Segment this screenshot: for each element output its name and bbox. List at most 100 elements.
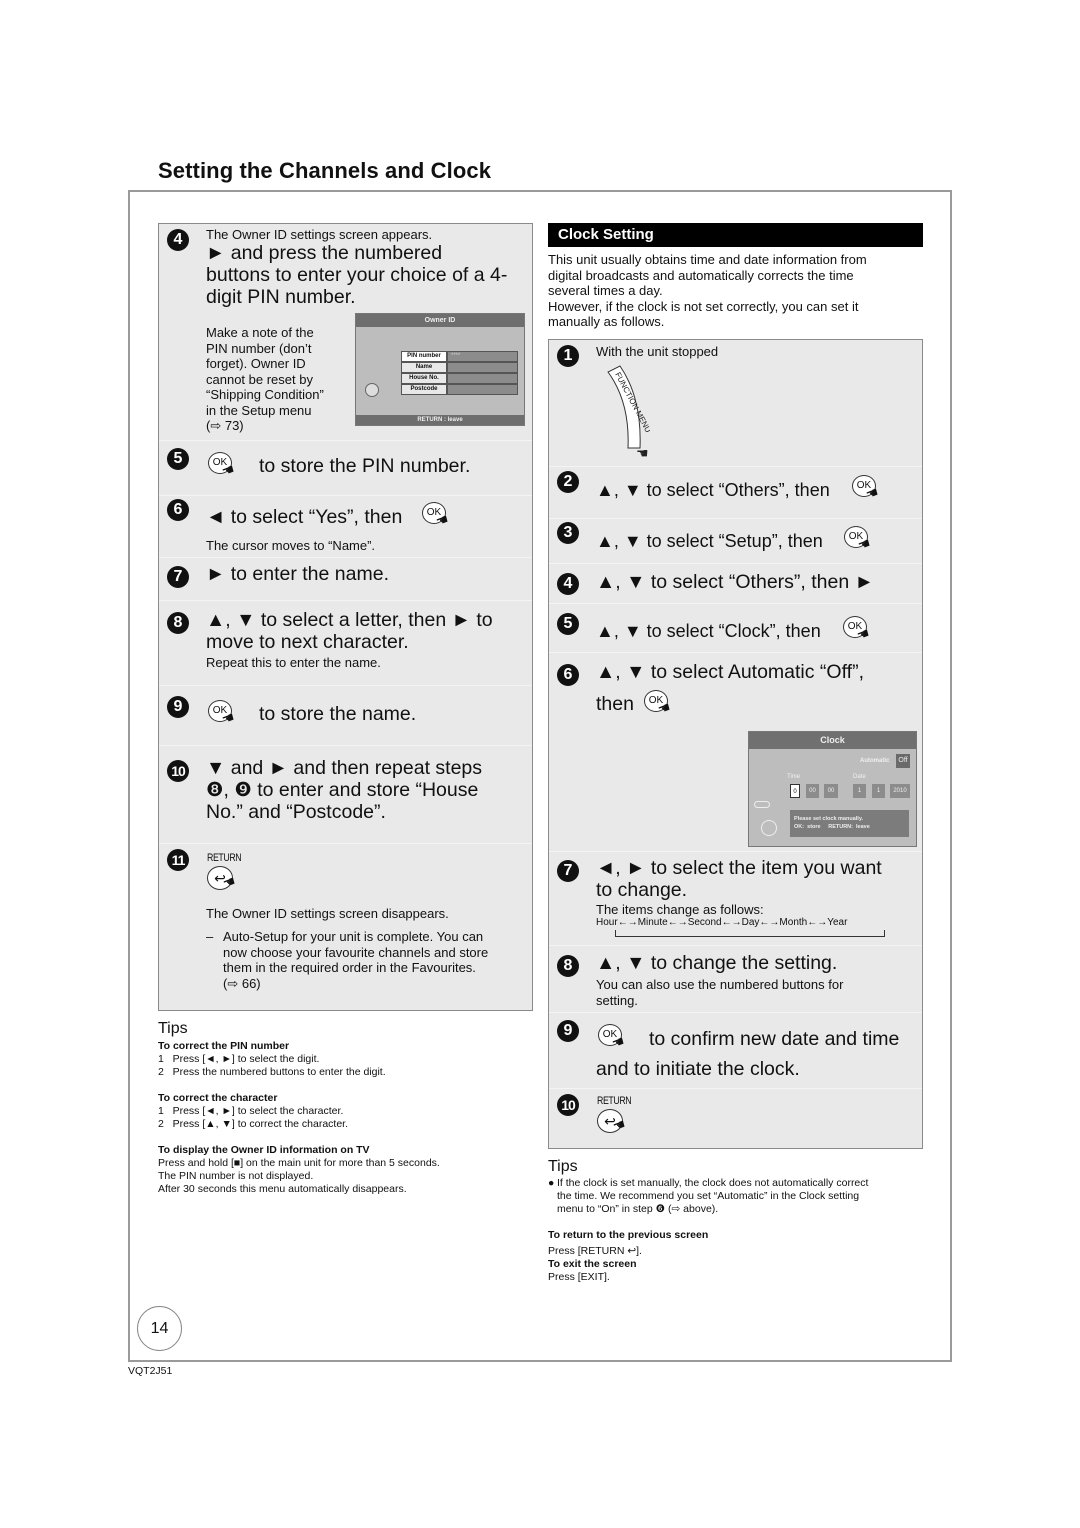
hour-field[interactable]: 0 bbox=[790, 784, 800, 798]
cycle-item: Hour bbox=[596, 917, 618, 928]
minute-field[interactable]: 00 bbox=[806, 784, 819, 798]
tip-title: To exit the screen bbox=[548, 1258, 637, 1270]
document-code: VQT2J51 bbox=[128, 1365, 173, 1377]
tip-title: To correct the PIN number bbox=[158, 1040, 290, 1052]
ok-button-icon: OK ☚ bbox=[644, 690, 673, 718]
page-number: 14 bbox=[137, 1306, 182, 1351]
cycle-return-arrow bbox=[615, 930, 885, 937]
field-label: House No. bbox=[401, 373, 447, 384]
dash: – bbox=[206, 929, 214, 944]
divider bbox=[549, 652, 922, 653]
note-line: Auto-Setup for your unit is complete. Yo… bbox=[223, 929, 484, 944]
bullet-icon: ● bbox=[548, 1177, 555, 1189]
step-instruction: to store the name. bbox=[259, 703, 417, 725]
note-line: now choose your favourite channels and s… bbox=[223, 944, 489, 960]
step-number: 6 bbox=[167, 499, 189, 521]
intro-line: manually as follows. bbox=[548, 314, 665, 329]
divider bbox=[159, 495, 532, 496]
cycle-item: Day bbox=[741, 917, 760, 928]
note-line: forget). Owner ID bbox=[206, 356, 306, 371]
month-field[interactable]: 1 bbox=[872, 784, 885, 798]
field-value: **** bbox=[447, 351, 518, 362]
tip-line: Press and hold [■] on the main unit for … bbox=[158, 1157, 440, 1169]
day-field[interactable]: 1 bbox=[853, 784, 866, 798]
tip-line: menu to “On” in step ❻ (⇨ above). bbox=[557, 1203, 719, 1215]
automatic-label: Automatic bbox=[860, 758, 890, 764]
step-number: 8 bbox=[167, 612, 189, 634]
dpad-icon bbox=[761, 820, 777, 836]
tip-line: the time. We recommend you set “Automati… bbox=[557, 1190, 860, 1202]
step-instruction-line: ▲, ▼ to select a letter, then ► to bbox=[206, 609, 493, 631]
ok-button-icon: OK ☚ bbox=[843, 616, 872, 644]
divider bbox=[159, 440, 532, 441]
field-value bbox=[447, 384, 518, 395]
field-label: Name bbox=[401, 362, 447, 373]
intro-line: digital broadcasts and automatically cor… bbox=[548, 267, 854, 283]
ok-button-icon: OK ☚ bbox=[422, 502, 451, 530]
step-number: 9 bbox=[167, 696, 189, 718]
owner-field-pin[interactable]: PIN number **** bbox=[401, 351, 518, 362]
return-button-icon: RETURN ↩ ☚ bbox=[207, 852, 242, 892]
step-number: 4 bbox=[557, 573, 579, 595]
owner-field-name[interactable]: Name bbox=[401, 362, 518, 373]
step-number: 11 bbox=[167, 849, 189, 871]
step-instruction: to store the PIN number. bbox=[259, 455, 471, 477]
tip-line: After 30 seconds this menu automatically… bbox=[158, 1183, 407, 1195]
field-value bbox=[447, 373, 518, 384]
step-instruction-line: move to next character. bbox=[206, 631, 409, 653]
section-header-clock-setting: Clock Setting bbox=[548, 223, 923, 247]
tips-heading: Tips bbox=[158, 1020, 188, 1037]
step-instruction: ▲, ▼ to select Automatic “Off”, bbox=[596, 661, 864, 683]
step-note: The items change as follows: bbox=[596, 902, 764, 917]
cycle-item: Month bbox=[779, 917, 808, 928]
intro-line: several times a day. bbox=[548, 283, 663, 298]
double-arrow-icon: ←→ bbox=[617, 917, 638, 928]
note-line: cannot be reset by bbox=[206, 371, 313, 387]
note-line: (⇨ 66) bbox=[223, 975, 261, 991]
clock-screen-title: Clock bbox=[749, 732, 916, 749]
tips-heading: Tips bbox=[548, 1158, 578, 1175]
owner-field-house-no[interactable]: House No. bbox=[401, 373, 518, 384]
page-title: Setting the Channels and Clock bbox=[158, 158, 492, 183]
message-line: OK: store RETURN: leave bbox=[794, 824, 870, 830]
divider bbox=[549, 945, 922, 946]
owner-id-screen: Owner ID PIN number **** Name House No. … bbox=[355, 313, 525, 426]
step-instruction: to confirm new date and time bbox=[649, 1028, 900, 1050]
note-line: Make a note of the bbox=[206, 325, 314, 340]
step-instruction: ▲, ▼ to select “Clock”, then bbox=[596, 621, 821, 641]
owner-id-screen-footer: RETURN : leave bbox=[356, 415, 524, 425]
tip-title: To return to the previous screen bbox=[548, 1229, 709, 1241]
clock-message: Please set clock manually. OK: store RET… bbox=[790, 810, 909, 837]
step-number: 5 bbox=[167, 448, 189, 470]
step-number: 5 bbox=[557, 613, 579, 635]
step-instruction: ▲, ▼ to select “Setup”, then bbox=[596, 531, 823, 551]
step-number: 1 bbox=[557, 345, 579, 367]
divider bbox=[159, 843, 532, 844]
owner-field-postcode[interactable]: Postcode bbox=[401, 384, 518, 395]
second-field[interactable]: 00 bbox=[824, 784, 838, 798]
tip-line: Press [EXIT]. bbox=[548, 1271, 610, 1283]
step-instruction: ▲, ▼ to select “Others”, then bbox=[596, 480, 830, 500]
step-number: 4 bbox=[167, 229, 189, 251]
note-line: “Shipping Condition” bbox=[206, 387, 324, 402]
step-instruction: ▲, ▼ to change the setting. bbox=[596, 952, 838, 974]
step-instruction-line: to change. bbox=[596, 879, 688, 901]
numbered-buttons-icon bbox=[754, 801, 770, 808]
divider bbox=[549, 851, 922, 852]
step-instruction: ▲, ▼ to select “Others”, then ► bbox=[596, 571, 874, 593]
step-note: The Owner ID settings screen disappears. bbox=[206, 906, 449, 921]
double-arrow-icon: ←→ bbox=[721, 917, 742, 928]
year-field[interactable]: 2010 bbox=[890, 784, 910, 798]
step-instruction: then bbox=[596, 693, 634, 715]
step-note: The cursor moves to “Name”. bbox=[206, 538, 376, 553]
tip-line: 1 Press [◄, ►] to select the character. bbox=[158, 1105, 344, 1117]
ok-button-icon: OK ☚ bbox=[852, 475, 881, 503]
function-menu-button-icon: FUNCTION MENU ☚ bbox=[600, 362, 653, 461]
step-instruction-line: ▼ and ► and then repeat steps bbox=[206, 757, 483, 779]
step-instruction: and to initiate the clock. bbox=[596, 1058, 800, 1080]
double-arrow-icon: ←→ bbox=[807, 917, 828, 928]
divider bbox=[159, 600, 532, 601]
step-instruction-line: digit PIN number. bbox=[206, 286, 356, 308]
step-instruction-line: buttons to enter your choice of a 4- bbox=[206, 264, 508, 286]
automatic-value[interactable]: Off bbox=[896, 754, 910, 768]
